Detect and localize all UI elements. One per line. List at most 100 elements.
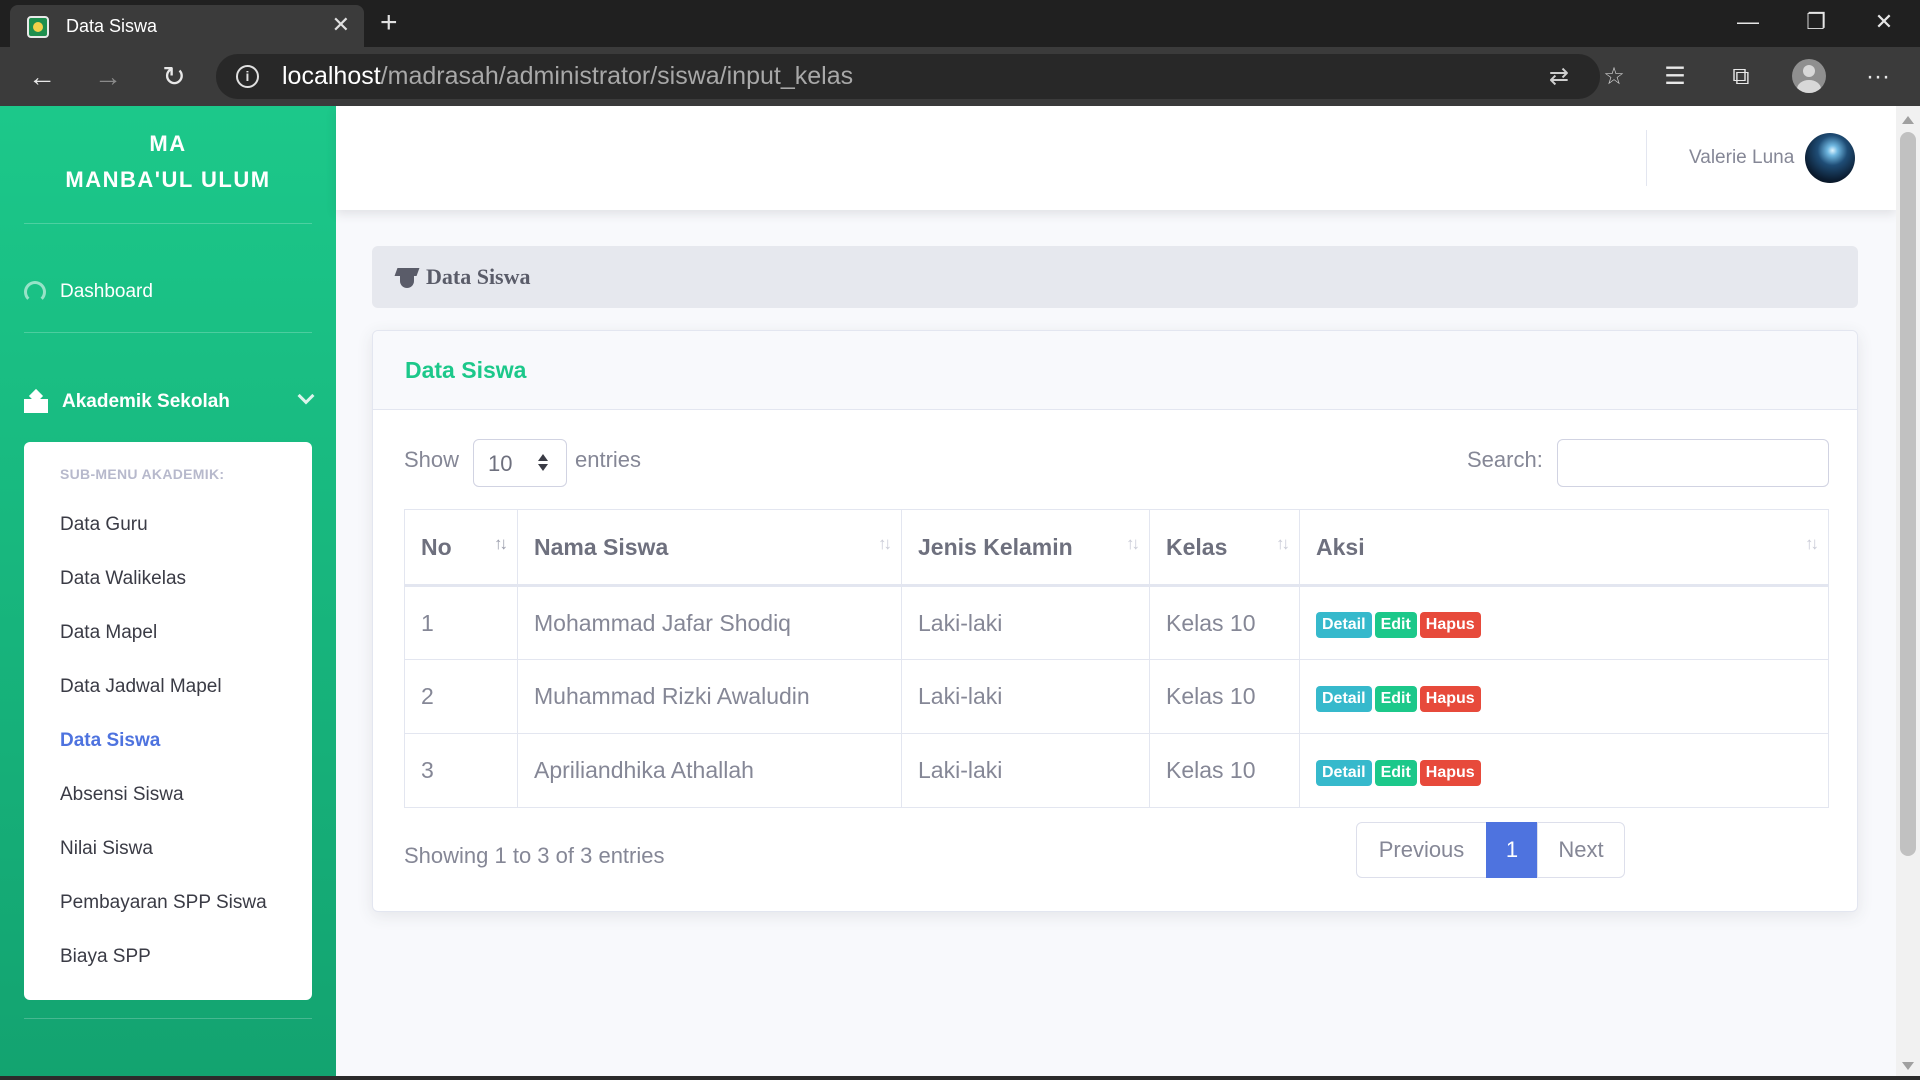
sidebar-item-dashboard[interactable]: Dashboard [24, 272, 314, 312]
topbar: Valerie Luna [336, 106, 1896, 210]
sidebar-item-akademik-sekolah[interactable]: Akademik Sekolah [24, 382, 315, 422]
page-scrollbar[interactable] [1896, 106, 1920, 1080]
collections-icon[interactable]: ⧉ [1723, 59, 1759, 95]
more-menu-icon[interactable]: ··· [1860, 59, 1896, 95]
cell-jenis-kelamin: Laki-laki [901, 659, 1150, 734]
entries-per-page-select[interactable]: 10 [473, 439, 567, 487]
hapus-button[interactable]: Hapus [1419, 612, 1481, 638]
sidebar-divider [24, 332, 312, 333]
favorite-star-icon[interactable]: ☆ [1599, 62, 1629, 92]
address-bar[interactable]: i localhost/madrasah/administrator/siswa… [216, 54, 1625, 99]
reload-icon[interactable]: ↻ [156, 59, 192, 95]
user-avatar[interactable] [1805, 133, 1855, 183]
cell-aksi: Detail Edit Hapus [1299, 733, 1829, 808]
submenu-header: SUB-MENU AKADEMIK: [60, 466, 225, 482]
user-name[interactable]: Valerie Luna [1689, 147, 1794, 169]
back-icon[interactable]: ← [24, 59, 60, 95]
card-header: Data Siswa [373, 331, 1857, 410]
edit-button[interactable]: Edit [1374, 685, 1417, 712]
sidebar-brand[interactable]: MA MANBA'UL ULUM [0, 126, 336, 198]
data-siswa-card: Data Siswa Show 10 entries Search: No ↑↓ … [372, 330, 1858, 912]
sidebar-item-label: Akademik Sekolah [62, 391, 230, 412]
edit-button[interactable]: Edit [1374, 759, 1417, 786]
sidebar-divider [24, 1018, 312, 1019]
page-heading-bar: Data Siswa [372, 246, 1858, 308]
new-tab-icon[interactable]: + [380, 6, 398, 40]
hapus-button[interactable]: Hapus [1419, 685, 1481, 712]
pagination: Previous 1 Next [1356, 822, 1625, 878]
detail-button[interactable]: Detail [1316, 612, 1372, 638]
address-toolbar: ← → ↻ i localhost/madrasah/administrator… [0, 47, 1920, 106]
next-page-button[interactable]: Next [1537, 822, 1625, 878]
sidebar: MA MANBA'UL ULUM Dashboard Akademik Seko… [0, 106, 336, 1080]
previous-page-button[interactable]: Previous [1356, 822, 1487, 878]
submenu-item-absensi-siswa[interactable]: Absensi Siswa [60, 784, 184, 806]
site-info-icon[interactable]: i [236, 65, 259, 88]
cell-kelas: Kelas 10 [1149, 585, 1300, 660]
akademik-submenu: SUB-MENU AKADEMIK: Data Guru Data Walike… [24, 442, 312, 1000]
scroll-up-arrow-icon[interactable] [1902, 116, 1914, 124]
chevron-down-icon [297, 387, 315, 405]
column-header-aksi[interactable]: Aksi ↑↓ [1299, 509, 1829, 587]
submenu-item-data-guru[interactable]: Data Guru [60, 514, 148, 536]
column-header-jenis-kelamin[interactable]: Jenis Kelamin ↑↓ [901, 509, 1150, 587]
search-input[interactable] [1557, 439, 1829, 487]
sort-ascending-icon: ↑↓ [494, 534, 508, 553]
column-header-kelas[interactable]: Kelas ↑↓ [1149, 509, 1300, 587]
close-tab-icon[interactable]: ✕ [332, 12, 350, 38]
dashboard-gauge-icon [24, 281, 46, 303]
sort-icon: ↑↓ [1276, 534, 1290, 553]
search-label: Search: [1467, 447, 1543, 472]
cell-kelas: Kelas 10 [1149, 733, 1300, 808]
school-icon [24, 391, 48, 413]
cell-nama-siswa: Apriliandhika Athallah [517, 733, 902, 808]
show-label: Show [404, 447, 460, 472]
browser-tab-strip: Data Siswa ✕ + — ❐ ✕ [0, 0, 1920, 47]
hapus-button[interactable]: Hapus [1419, 759, 1481, 786]
cell-kelas: Kelas 10 [1149, 659, 1300, 734]
sidebar-item-label: Dashboard [60, 281, 153, 302]
browser-tab[interactable]: Data Siswa ✕ [10, 5, 364, 47]
brand-line-2: MANBA'UL ULUM [65, 167, 271, 192]
sort-icon: ↑↓ [1126, 534, 1140, 553]
table-row: 1 Mohammad Jafar Shodiq Laki-laki Kelas … [404, 585, 1829, 660]
detail-button[interactable]: Detail [1316, 685, 1372, 712]
minimize-icon[interactable]: — [1728, 6, 1768, 38]
table-info: Showing 1 to 3 of 3 entries [404, 843, 665, 868]
cell-aksi: Detail Edit Hapus [1299, 659, 1829, 734]
scrollbar-thumb[interactable] [1900, 132, 1916, 856]
tab-title: Data Siswa [66, 16, 158, 36]
submenu-item-pembayaran-spp-siswa[interactable]: Pembayaran SPP Siswa [60, 892, 267, 914]
forward-icon[interactable]: → [90, 59, 126, 95]
cell-jenis-kelamin: Laki-laki [901, 733, 1150, 808]
cell-nama-siswa: Muhammad Rizki Awaludin [517, 659, 902, 734]
submenu-item-biaya-spp[interactable]: Biaya SPP [60, 946, 151, 968]
edit-button[interactable]: Edit [1374, 612, 1417, 638]
favorites-list-icon[interactable]: ☰ [1657, 59, 1693, 95]
table-row: 2 Muhammad Rizki Awaludin Laki-laki Kela… [404, 659, 1829, 734]
table-row: 3 Apriliandhika Athallah Laki-laki Kelas… [404, 733, 1829, 808]
entries-label: entries [575, 447, 642, 472]
detail-button[interactable]: Detail [1316, 759, 1372, 786]
translate-icon[interactable]: ⇄ [1544, 62, 1574, 92]
cell-no: 3 [404, 733, 518, 808]
page-title: Data Siswa [426, 264, 531, 289]
page-1-button[interactable]: 1 [1486, 822, 1538, 878]
scroll-down-arrow-icon[interactable] [1902, 1062, 1914, 1070]
submenu-item-data-walikelas[interactable]: Data Walikelas [60, 568, 186, 590]
submenu-item-data-jadwal-mapel[interactable]: Data Jadwal Mapel [60, 676, 222, 698]
students-table: No ↑↓ Nama Siswa ↑↓ Jenis Kelamin ↑↓ Kelas ↑… [404, 509, 1829, 808]
restore-icon[interactable]: ❐ [1796, 6, 1836, 38]
sort-icon: ↑↓ [878, 534, 892, 553]
cell-no: 2 [404, 659, 518, 734]
submenu-item-nilai-siswa[interactable]: Nilai Siswa [60, 838, 153, 860]
profile-avatar-icon[interactable] [1792, 59, 1826, 93]
submenu-item-data-siswa[interactable]: Data Siswa [60, 730, 160, 752]
topbar-divider [1646, 130, 1647, 186]
submenu-item-data-mapel[interactable]: Data Mapel [60, 622, 157, 644]
window-close-icon[interactable]: ✕ [1864, 6, 1904, 38]
column-header-no[interactable]: No ↑↓ [404, 509, 518, 587]
graduation-cap-icon [396, 266, 418, 288]
column-header-nama-siswa[interactable]: Nama Siswa ↑↓ [517, 509, 902, 587]
url-text[interactable]: localhost/madrasah/administrator/siswa/i… [282, 62, 853, 90]
